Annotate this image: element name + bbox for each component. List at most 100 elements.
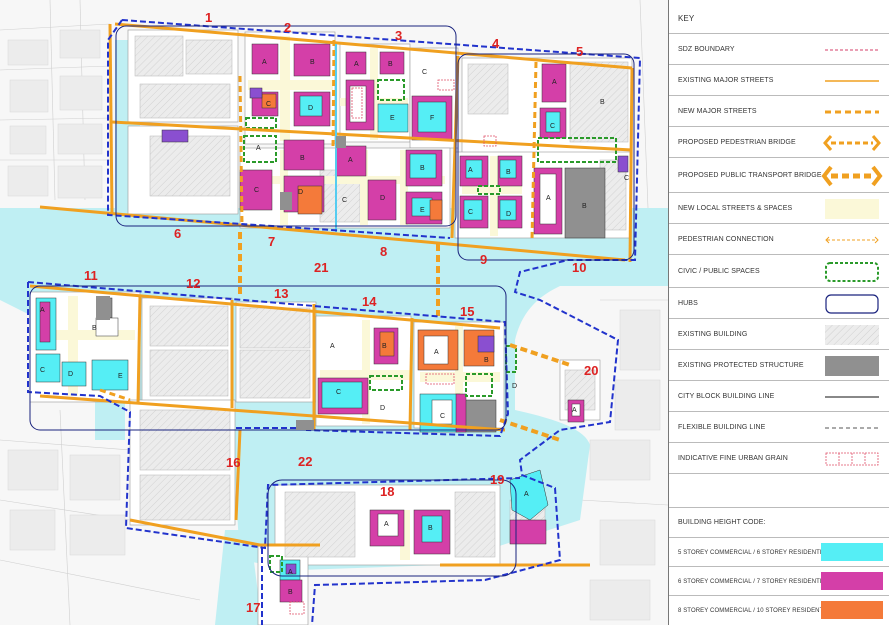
pedestrian-connection-symbol <box>825 236 879 244</box>
transport-bridge-symbol <box>821 165 883 187</box>
block-number-1: 1 <box>205 10 212 25</box>
building-letter-b: B <box>582 203 587 210</box>
key-row-civic-spaces: CIVIC / PUBLIC SPACES <box>669 255 889 288</box>
key-label: PROPOSED PEDESTRIAN BRIDGE <box>678 139 796 146</box>
building-letter-b: B <box>92 325 97 332</box>
building-letter-a: A <box>354 61 359 68</box>
flexible-line-symbol <box>825 427 879 429</box>
key-label: SDZ BOUNDARY <box>678 46 735 53</box>
building-letter-d: D <box>308 105 313 112</box>
height-swatch-cyan <box>821 543 883 561</box>
block-number-21: 21 <box>314 260 328 275</box>
new-major-street-symbol <box>825 110 879 114</box>
building-letter-c: C <box>342 197 347 204</box>
key-row-building-line: CITY BLOCK BUILDING LINE <box>669 381 889 412</box>
block-number-8: 8 <box>380 244 387 259</box>
building-letter-b: B <box>420 165 425 172</box>
block-number-16: 16 <box>226 455 240 470</box>
key-label: EXISTING PROTECTED STRUCTURE <box>678 362 804 369</box>
key-row-height-5: 5 STOREY COMMERCIAL / 6 STOREY RESIDENTI… <box>669 538 889 567</box>
block-number-5: 5 <box>576 44 583 59</box>
key-label: EXISTING MAJOR STREETS <box>678 77 774 84</box>
key-label: HUBS <box>678 300 698 307</box>
block-number-12: 12 <box>186 276 200 291</box>
building-letter-b: B <box>506 169 511 176</box>
building-letter-c: C <box>422 69 427 76</box>
key-label: PROPOSED PUBLIC TRANSPORT BRIDGE <box>678 172 822 179</box>
block-number-4: 4 <box>492 36 500 51</box>
block-number-3: 3 <box>395 28 402 43</box>
height-swatch-orange <box>821 601 883 619</box>
key-row-hubs: HUBS <box>669 288 889 319</box>
building-letter-c: C <box>266 101 271 108</box>
building-letter-e: E <box>420 207 425 214</box>
building-letter-c: C <box>440 413 445 420</box>
key-label: FLEXIBLE BUILDING LINE <box>678 424 766 431</box>
local-streets-symbol <box>825 199 879 219</box>
building-letter-c: C <box>550 123 555 130</box>
masterplan-map: A B C D A B E F C A B C A B C D A C D B … <box>0 0 669 626</box>
key-header: KEY <box>669 0 889 34</box>
major-street-symbol <box>825 80 879 82</box>
building-line-symbol <box>825 396 879 398</box>
block-number-11: 11 <box>84 268 98 283</box>
lock-water <box>95 400 125 440</box>
key-row-protected-structure: EXISTING PROTECTED STRUCTURE <box>669 350 889 381</box>
key-label: NEW MAJOR STREETS <box>678 108 757 115</box>
building-letter-b: B <box>288 589 293 596</box>
civic-space-symbol <box>825 262 879 282</box>
pedestrian-bridge-symbol <box>823 135 881 151</box>
height-swatch-magenta <box>821 572 883 590</box>
building-letter-d: D <box>68 371 73 378</box>
hub-symbol <box>825 294 879 314</box>
building-letter-d: D <box>298 189 303 196</box>
key-row-major-streets: EXISTING MAJOR STREETS <box>669 65 889 96</box>
building-letter-a: A <box>40 307 45 314</box>
building-letter-d: D <box>512 383 517 390</box>
building-letter-a: A <box>288 569 293 576</box>
building-letter-b: B <box>484 357 489 364</box>
existing-building-symbol <box>825 325 879 345</box>
block-number-6: 6 <box>174 226 181 241</box>
key-row-pedestrian-connection: PEDESTRIAN CONNECTION <box>669 224 889 255</box>
key-row-flexible-line: FLEXIBLE BUILDING LINE <box>669 412 889 443</box>
height-label: 8 STOREY COMMERCIAL / 10 STOREY RESIDENT… <box>678 608 833 614</box>
key-row-transport-bridge: PROPOSED PUBLIC TRANSPORT BRIDGE <box>669 158 889 193</box>
block-number-10: 10 <box>572 260 586 275</box>
key-row-height-title: BUILDING HEIGHT CODE: <box>669 508 889 538</box>
building-letter-a: A <box>524 491 529 498</box>
key-label: CITY BLOCK BUILDING LINE <box>678 393 775 400</box>
key-title: KEY <box>678 14 695 23</box>
building-letter-e: E <box>118 373 123 380</box>
sdz-boundary-symbol <box>825 49 879 51</box>
block-number-15: 15 <box>460 304 474 319</box>
building-letter-b: B <box>310 59 315 66</box>
building-letter-d: D <box>506 211 511 218</box>
block-number-14: 14 <box>362 294 377 309</box>
height-label: 6 STOREY COMMERCIAL / 7 STOREY RESIDENTI… <box>678 579 830 585</box>
key-label: NEW LOCAL STREETS & SPACES <box>678 205 793 212</box>
key-row-pedestrian-bridge: PROPOSED PEDESTRIAN BRIDGE <box>669 127 889 158</box>
building-letter-d: D <box>380 405 385 412</box>
building-letter-c: C <box>468 209 473 216</box>
building-letter-b: B <box>428 525 433 532</box>
building-letter-b: B <box>388 61 393 68</box>
building-letter-a: A <box>262 59 267 66</box>
key-label: INDICATIVE FINE URBAN GRAIN <box>678 455 788 462</box>
key-row-existing-building: EXISTING BUILDING <box>669 319 889 350</box>
map-key: KEY SDZ BOUNDARY EXISTING MAJOR STREETS … <box>668 0 889 625</box>
height-code-title: BUILDING HEIGHT CODE: <box>678 519 766 526</box>
building-letter-a: A <box>546 195 551 202</box>
height-label: 5 STOREY COMMERCIAL / 6 STOREY RESIDENTI… <box>678 550 830 556</box>
block-number-19: 19 <box>490 472 504 487</box>
building-letter-a: A <box>384 521 389 528</box>
block-number-9: 9 <box>480 252 487 267</box>
key-row-sdz-boundary: SDZ BOUNDARY <box>669 34 889 65</box>
key-row-local-streets: NEW LOCAL STREETS & SPACES <box>669 193 889 224</box>
key-row-new-major-streets: NEW MAJOR STREETS <box>669 96 889 127</box>
building-letter-c: C <box>624 175 629 182</box>
block-number-22: 22 <box>298 454 312 469</box>
building-letter-e: E <box>390 115 395 122</box>
building-letter-c: C <box>336 389 341 396</box>
key-label: EXISTING BUILDING <box>678 331 748 338</box>
